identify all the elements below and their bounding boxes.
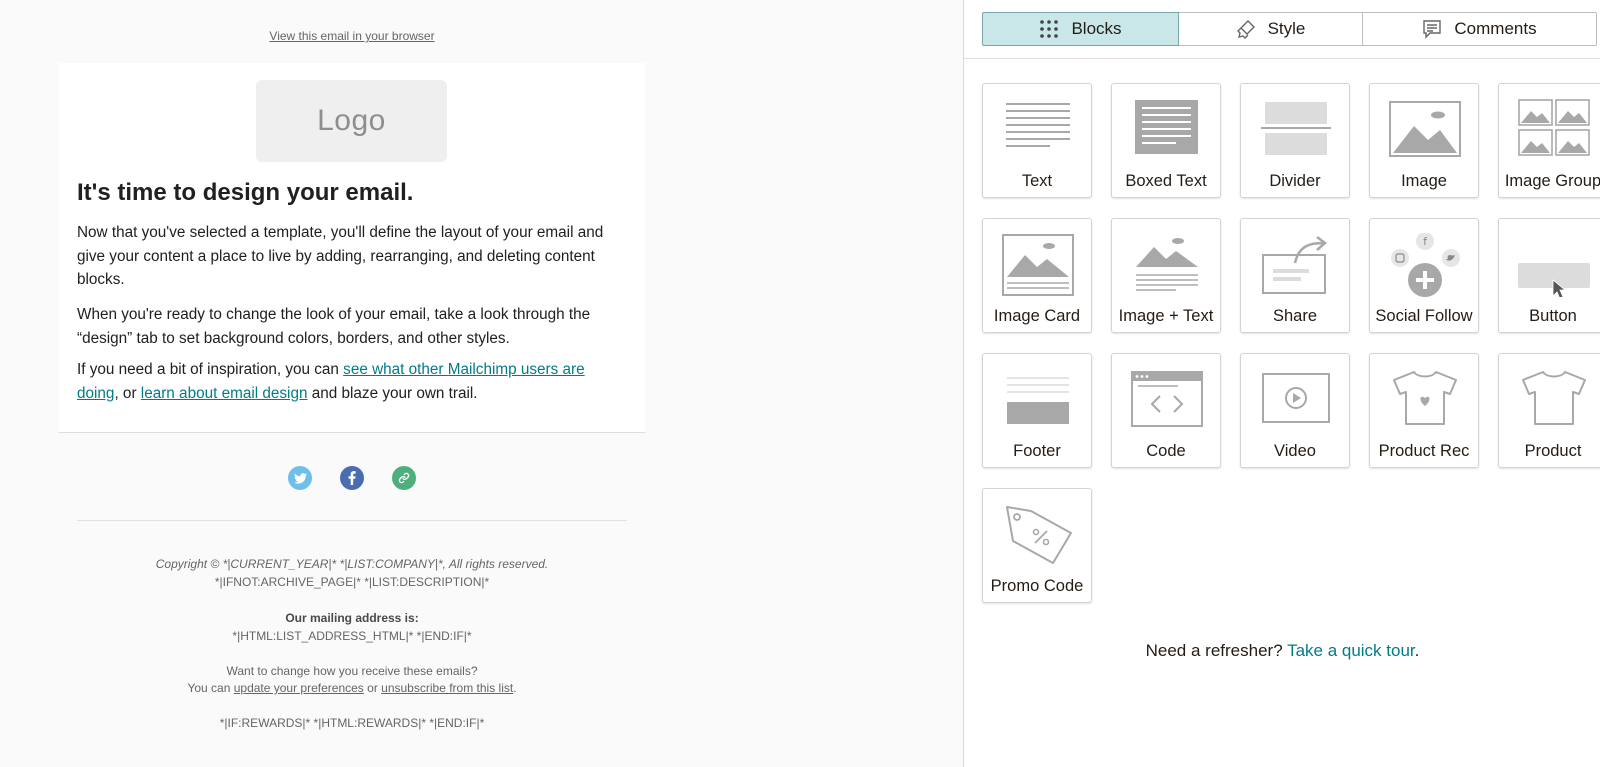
- block-label: Image Card: [993, 307, 1081, 325]
- quick-tour-link[interactable]: Take a quick tour: [1287, 641, 1415, 660]
- panel-divider: [964, 58, 1600, 59]
- video-block-icon: [1262, 373, 1330, 423]
- footer-preferences-line: You can update your preferences or unsub…: [187, 681, 517, 695]
- comment-icon: [1423, 20, 1442, 39]
- footer-change-prompt: Want to change how you receive these ema…: [226, 664, 478, 678]
- share-block-icon: [1262, 236, 1327, 294]
- body-paragraph-2: When you're ready to change the look of …: [77, 306, 591, 347]
- promo-code-block-icon: [1006, 506, 1072, 564]
- block-footer[interactable]: Footer: [982, 353, 1092, 468]
- footer-rewards: *|IF:REWARDS|* *|HTML:REWARDS|* *|END:IF…: [219, 716, 485, 730]
- block-share[interactable]: Share: [1240, 218, 1350, 333]
- tab-style[interactable]: Style: [1179, 12, 1363, 46]
- block-product-rec[interactable]: Product Rec: [1369, 353, 1479, 468]
- block-label: Social Follow: [1375, 307, 1473, 325]
- block-boxed-text[interactable]: Boxed Text: [1111, 83, 1221, 198]
- image-group-block-icon: [1518, 99, 1590, 156]
- block-label: Footer: [1013, 442, 1061, 460]
- footer-divider: [77, 520, 627, 521]
- learn-email-design-link[interactable]: learn about email design: [141, 385, 308, 402]
- product-block-icon: [1522, 371, 1586, 425]
- social-icons-row: [0, 466, 704, 490]
- block-label: Image + Text: [1118, 307, 1214, 325]
- image-card-block-icon: [1002, 234, 1074, 296]
- block-image-text[interactable]: Image + Text: [1111, 218, 1221, 333]
- block-label: Promo Code: [990, 577, 1084, 595]
- twitter-icon[interactable]: [288, 466, 312, 490]
- tab-blocks[interactable]: Blocks: [982, 12, 1179, 46]
- tab-comments[interactable]: Comments: [1363, 12, 1597, 46]
- block-label: Button: [1529, 307, 1577, 325]
- block-label: Product: [1524, 442, 1582, 460]
- text-block-icon: [1006, 103, 1070, 147]
- block-label: Image: [1401, 172, 1447, 190]
- footer-block-icon: [1007, 377, 1069, 424]
- block-image-group[interactable]: Image Group: [1498, 83, 1600, 198]
- email-divider: [59, 432, 645, 433]
- block-label: Boxed Text: [1125, 172, 1207, 190]
- button-block-icon: [1518, 263, 1590, 297]
- body-paragraph-3: If you need a bit of inspiration, you ca…: [77, 361, 585, 402]
- block-text[interactable]: Text: [982, 83, 1092, 198]
- tab-blocks-label: Blocks: [1071, 19, 1122, 38]
- email-canvas: View this email in your browser Logo It'…: [0, 0, 945, 767]
- email-body-block[interactable]: Logo It's time to design your email. Now…: [59, 63, 645, 432]
- block-code[interactable]: Code: [1111, 353, 1221, 468]
- boxed-text-block-icon: [1135, 100, 1198, 154]
- social-follow-block-icon: f: [1391, 233, 1460, 297]
- block-label: Image Group: [1504, 172, 1600, 190]
- facebook-icon[interactable]: [340, 466, 364, 490]
- code-block-icon: [1131, 371, 1203, 427]
- block-label: Product Rec: [1378, 442, 1470, 460]
- update-preferences-link[interactable]: update your preferences: [234, 681, 364, 695]
- body-paragraph-1: Now that you've selected a template, you…: [77, 224, 604, 288]
- content-blocks-panel: Blocks Style Comments Text Boxed Text Di…: [963, 0, 1600, 767]
- block-promo-code[interactable]: Promo Code: [982, 488, 1092, 603]
- block-video[interactable]: Video: [1240, 353, 1350, 468]
- divider-block-icon: [1261, 102, 1331, 155]
- grid-icon: [1040, 20, 1059, 38]
- block-image[interactable]: Image: [1369, 83, 1479, 198]
- link-icon[interactable]: [392, 466, 416, 490]
- image-block-icon: [1389, 101, 1461, 157]
- footer-address-heading: Our mailing address is:: [285, 611, 419, 625]
- block-button[interactable]: Button: [1498, 218, 1600, 333]
- block-label: Divider: [1269, 172, 1321, 190]
- block-label: Share: [1272, 307, 1318, 325]
- block-image-card[interactable]: Image Card: [982, 218, 1092, 333]
- email-headline: It's time to design your email.: [77, 179, 414, 206]
- unsubscribe-link[interactable]: unsubscribe from this list: [381, 681, 513, 695]
- block-divider[interactable]: Divider: [1240, 83, 1350, 198]
- footer-description: *|IFNOT:ARCHIVE_PAGE|* *|LIST:DESCRIPTIO…: [214, 575, 490, 589]
- block-social-follow[interactable]: f Social Follow: [1369, 218, 1479, 333]
- paintbrush-icon: [1236, 20, 1255, 39]
- tab-style-label: Style: [1267, 19, 1306, 38]
- block-label: Code: [1146, 442, 1186, 460]
- product-rec-block-icon: [1393, 371, 1457, 425]
- refresher-line: Need a refresher? Take a quick tour.: [1145, 641, 1420, 660]
- panel-tabs: Blocks Style Comments: [982, 12, 1597, 46]
- logo-placeholder[interactable]: Logo: [256, 80, 447, 162]
- view-in-browser-link[interactable]: View this email in your browser: [0, 29, 704, 43]
- logo-text: Logo: [317, 104, 386, 137]
- footer-copyright: Copyright © *|CURRENT_YEAR|* *|LIST:COMP…: [155, 557, 549, 571]
- block-product[interactable]: Product: [1498, 353, 1600, 468]
- tab-comments-label: Comments: [1454, 19, 1537, 38]
- footer-address: *|HTML:LIST_ADDRESS_HTML|* *|END:IF|*: [232, 629, 472, 643]
- block-label: Text: [1021, 172, 1053, 190]
- image-text-block-icon: [1136, 238, 1198, 291]
- block-label: Video: [1274, 442, 1316, 460]
